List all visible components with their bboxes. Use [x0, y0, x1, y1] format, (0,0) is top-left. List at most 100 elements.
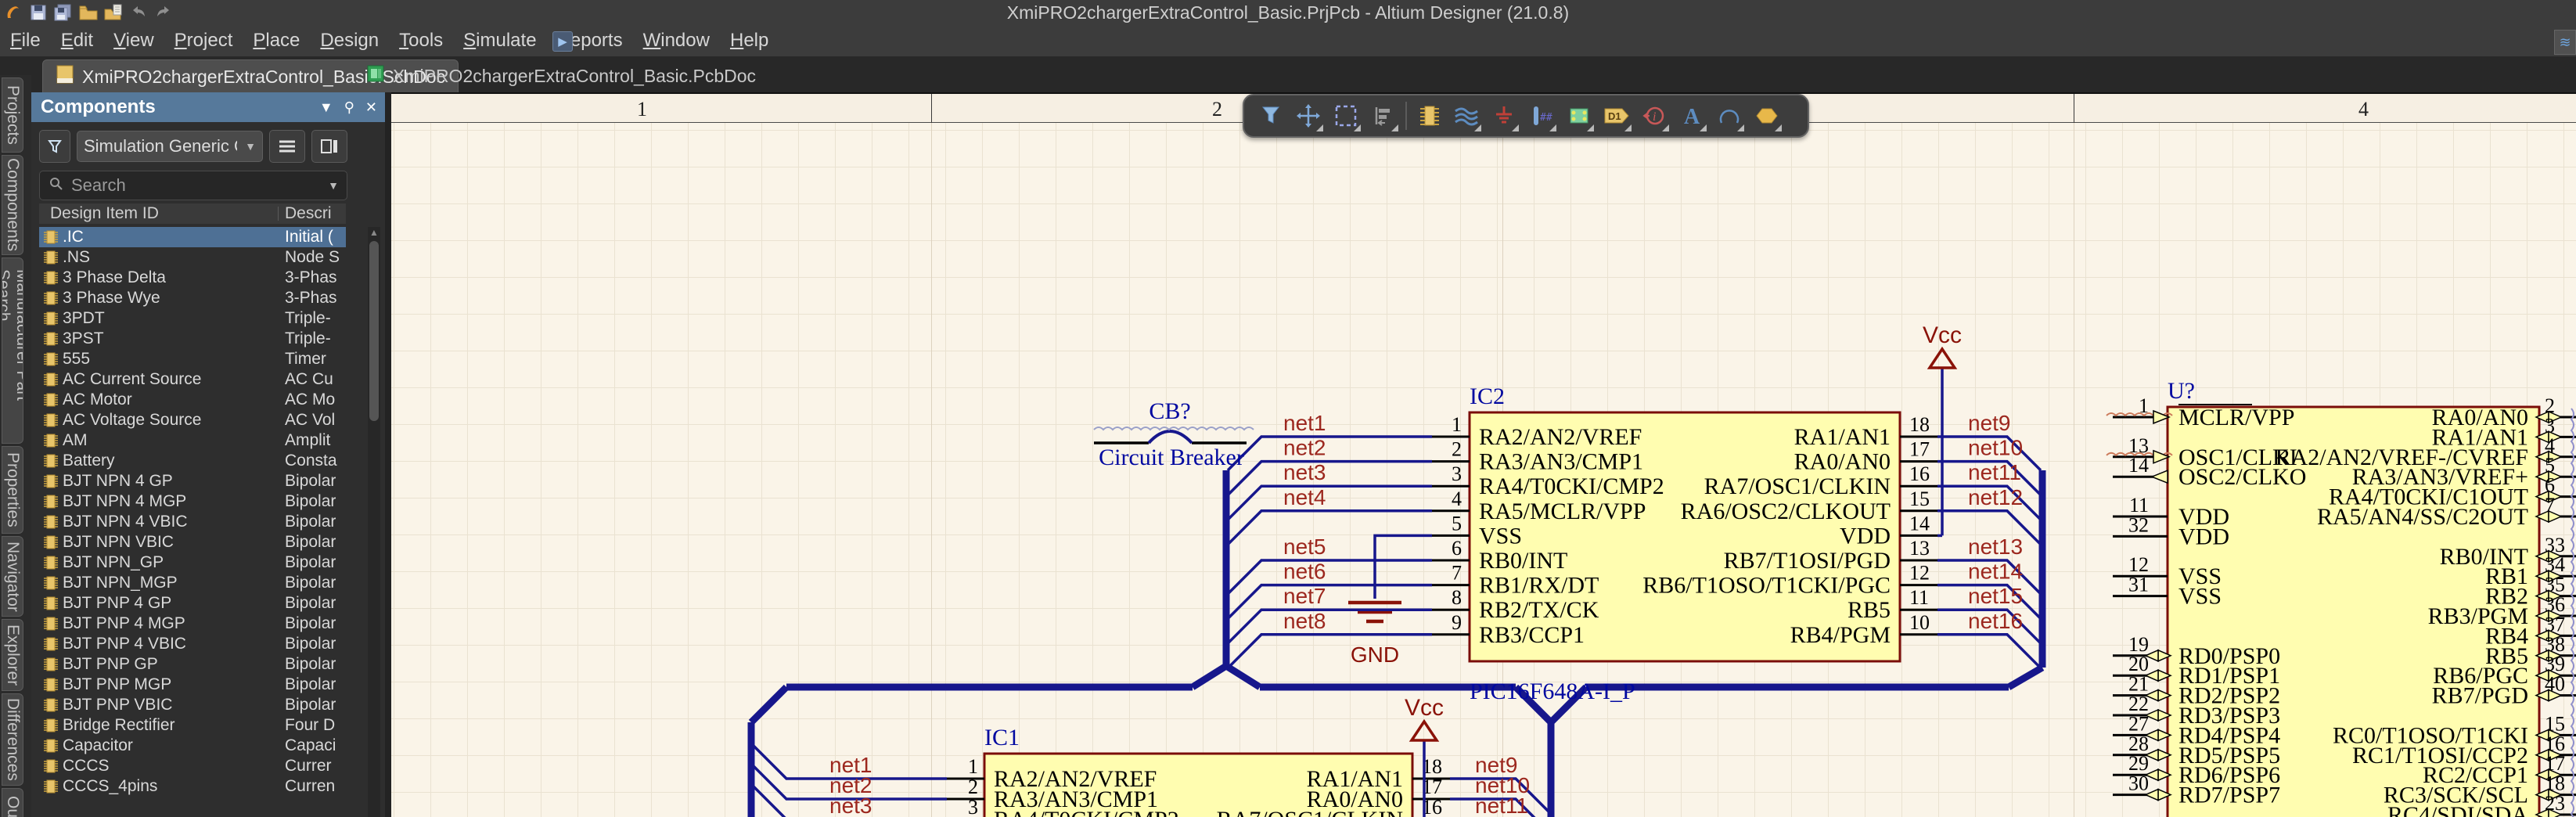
component-list-item[interactable]: BJT PNP GP Bipolar [39, 654, 346, 675]
cb-arc[interactable] [1149, 431, 1192, 443]
scroll-up-icon[interactable]: ▲ [368, 227, 380, 239]
customize-toolbar-icon[interactable]: ≋ [2554, 30, 2576, 55]
list-column-headers[interactable]: Design Item ID Descri [39, 203, 346, 224]
search-history-icon[interactable]: ▼ [328, 179, 339, 192]
redo-icon[interactable] [153, 2, 174, 23]
bus[interactable] [1193, 666, 1226, 687]
place-arc-icon[interactable] [1711, 97, 1748, 135]
selection-filter-icon[interactable] [1252, 97, 1290, 135]
bus[interactable] [751, 687, 786, 722]
list-view-button[interactable] [269, 130, 305, 163]
side-tab[interactable]: Output [2, 788, 23, 817]
component-list-item[interactable]: BJT NPN 4 MGP Bipolar [39, 491, 346, 512]
list-scrollbar[interactable]: ▲ [368, 227, 380, 817]
menu-item[interactable]: Edit [51, 27, 103, 55]
place-no-erc-icon[interactable]: i [1635, 97, 1673, 135]
component-list-item[interactable]: BJT PNP VBIC Bipolar [39, 695, 346, 715]
align-objects-icon[interactable] [1365, 97, 1402, 135]
wire[interactable] [1228, 635, 1432, 668]
wire[interactable] [1937, 635, 2041, 668]
wire[interactable] [1375, 535, 1432, 599]
menu-item[interactable]: Help [720, 27, 779, 55]
component-list-item[interactable]: 555 Timer [39, 349, 346, 369]
component-list-item[interactable]: BJT PNP 4 MGP Bipolar [39, 614, 346, 634]
side-tab[interactable]: Projects [2, 77, 23, 153]
component-list-item[interactable]: Bridge Rectifier Four D [39, 715, 346, 736]
altium-swoosh-icon[interactable] [3, 2, 23, 23]
menu-item[interactable]: Window [633, 27, 720, 55]
component-list-item[interactable]: BJT NPN VBIC Bipolar [39, 532, 346, 552]
bus[interactable] [1226, 666, 1260, 687]
side-tab[interactable]: Navigator [2, 536, 23, 617]
column-view-button[interactable] [311, 130, 347, 163]
panel-splitter[interactable] [385, 92, 391, 817]
scrollbar-thumb[interactable] [369, 241, 379, 421]
open-folder-icon[interactable] [78, 2, 99, 23]
vcc-symbol[interactable] [1930, 349, 1955, 368]
component-list-item[interactable]: BJT PNP 4 VBIC Bipolar [39, 634, 346, 654]
panel-pin-icon[interactable]: ⚲ [344, 99, 354, 116]
menu-item[interactable]: Place [243, 27, 310, 55]
component-list-item[interactable]: 3 Phase Delta 3-Phas [39, 268, 346, 288]
component-list-item[interactable]: AC Motor AC Mo [39, 390, 346, 410]
save-all-icon[interactable] [53, 2, 74, 23]
wire[interactable] [1228, 511, 1432, 545]
place-wire-icon[interactable] [1448, 97, 1485, 135]
column-divider[interactable] [278, 207, 279, 221]
component-list-item[interactable]: BJT PNP 4 GP Bipolar [39, 593, 346, 614]
component-list-item[interactable]: BJT NPN_GP Bipolar [39, 552, 346, 573]
component-list-item[interactable]: Capacitor Capaci [39, 736, 346, 756]
side-tab[interactable]: Manufacturer Part Search [2, 257, 23, 444]
component-list-item[interactable]: AC Current Source AC Cu [39, 369, 346, 390]
component-list-item[interactable]: BJT PNP MGP Bipolar [39, 675, 346, 695]
component-list-item[interactable]: 3 Phase Wye 3-Phas [39, 288, 346, 308]
side-tab[interactable]: Differences [2, 693, 23, 786]
component-list-item[interactable]: BJT NPN 4 VBIC Bipolar [39, 512, 346, 532]
place-polygon-icon[interactable] [1748, 97, 1786, 135]
place-sheet-symbol-icon[interactable] [1560, 97, 1598, 135]
component-list-item[interactable]: Battery Consta [39, 451, 346, 471]
move-objects-icon[interactable] [1290, 97, 1327, 135]
side-tab[interactable]: Properties [2, 446, 23, 534]
side-tab[interactable]: Components [2, 155, 23, 255]
place-pin-icon[interactable]: ## [1523, 97, 1560, 135]
menu-item[interactable]: Project [164, 27, 243, 55]
panel-dropdown-icon[interactable]: ▼ [319, 99, 333, 116]
component-list-item[interactable]: .IC Initial ( [39, 227, 346, 247]
component-list-item[interactable]: 3PDT Triple- [39, 308, 346, 329]
tab-pcbdoc[interactable]: XmiPRO2chargerExtraControl_Basic.PcbDoc [354, 59, 768, 92]
panel-close-icon[interactable]: ✕ [365, 99, 377, 116]
component-list-item[interactable]: BJT NPN_MGP Bipolar [39, 573, 346, 593]
save-icon[interactable] [28, 2, 49, 23]
open-document-icon[interactable] [103, 2, 124, 23]
place-text-icon[interactable]: A [1673, 97, 1711, 135]
menu-item[interactable]: Tools [389, 27, 453, 55]
component-list-item[interactable]: AC Voltage Source AC Vol [39, 410, 346, 430]
component-list-item[interactable]: AM Amplit [39, 430, 346, 451]
select-area-icon[interactable] [1327, 97, 1365, 135]
side-tab[interactable]: Explorer [2, 619, 23, 691]
menu-item[interactable]: View [103, 27, 164, 55]
undo-icon[interactable] [128, 2, 149, 23]
place-part-icon[interactable] [1410, 97, 1448, 135]
menu-item[interactable]: Simulate [453, 27, 546, 55]
column-description[interactable]: Descri [285, 204, 346, 223]
menu-item[interactable]: Design [310, 27, 389, 55]
component-list-item[interactable]: 3PST Triple- [39, 329, 346, 349]
place-power-port-icon[interactable] [1485, 97, 1523, 135]
component-list-item[interactable]: .NS Node S [39, 247, 346, 268]
menu-item[interactable]: File [0, 27, 51, 55]
component-list-item[interactable]: CCCS_4pins Curren [39, 776, 346, 797]
column-design-item-id[interactable]: Design Item ID [50, 204, 159, 223]
run-script-icon[interactable]: ▶ [552, 31, 573, 52]
component-icon [39, 270, 63, 286]
schematic-drawing[interactable]: IC2PIC16F648A-I_P1RA2/AN2/VREFnet12RA3/A… [391, 123, 2576, 817]
filter-button[interactable] [39, 130, 70, 163]
place-net-label-icon[interactable]: D1 [1598, 97, 1635, 135]
component-list-item[interactable]: CCCS Currer [39, 756, 346, 776]
search-input[interactable]: Search ▼ [39, 171, 347, 200]
vcc-symbol[interactable] [1412, 722, 1437, 740]
bus[interactable] [2009, 668, 2042, 687]
component-list-item[interactable]: BJT NPN 4 GP Bipolar [39, 471, 346, 491]
category-dropdown[interactable]: Simulation Generic Compo ▼ [77, 131, 263, 162]
